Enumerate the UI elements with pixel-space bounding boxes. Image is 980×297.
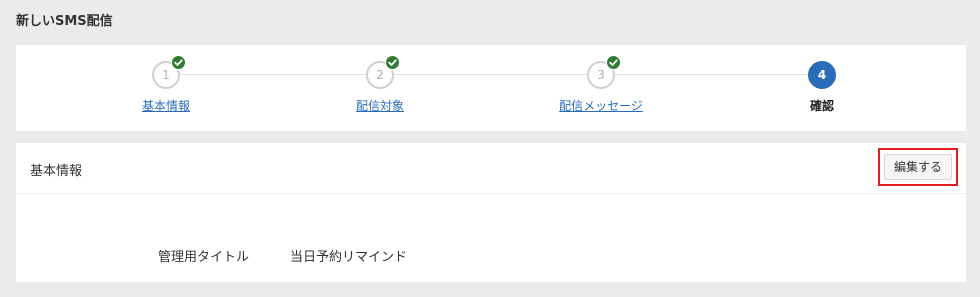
check-icon [171, 55, 186, 70]
page-title: 新しいSMS配信 [16, 14, 113, 29]
step-circle-active: 4 [808, 61, 836, 89]
progress-stepper: 1 基本情報 2 配信対象 3 配信メッセージ 4 確認 [16, 45, 966, 131]
field-value: 当日予約リマインド [290, 250, 408, 265]
step-link-message[interactable]: 配信メッセージ [559, 97, 643, 114]
step-basic-info[interactable]: 1 基本情報 [86, 55, 246, 114]
step-confirm: 4 確認 [742, 61, 902, 114]
basic-info-header: 基本情報 編集する [16, 143, 966, 194]
step-circle: 3 [587, 55, 621, 89]
edit-button[interactable]: 編集する [884, 154, 952, 180]
check-icon [606, 55, 621, 70]
section-title: 基本情報 [30, 164, 83, 179]
step-circle: 1 [152, 55, 186, 89]
step-circle: 2 [366, 55, 400, 89]
basic-info-card: 基本情報 編集する 管理用タイトル 当日予約リマインド [16, 143, 966, 282]
step-link-target[interactable]: 配信対象 [356, 97, 404, 114]
check-icon [385, 55, 400, 70]
field-label: 管理用タイトル [158, 250, 250, 265]
step-target[interactable]: 2 配信対象 [300, 55, 460, 114]
step-connector [166, 74, 836, 75]
step-label-confirm: 確認 [809, 99, 834, 113]
step-link-basic-info[interactable]: 基本情報 [142, 97, 190, 114]
step-message[interactable]: 3 配信メッセージ [521, 55, 681, 114]
